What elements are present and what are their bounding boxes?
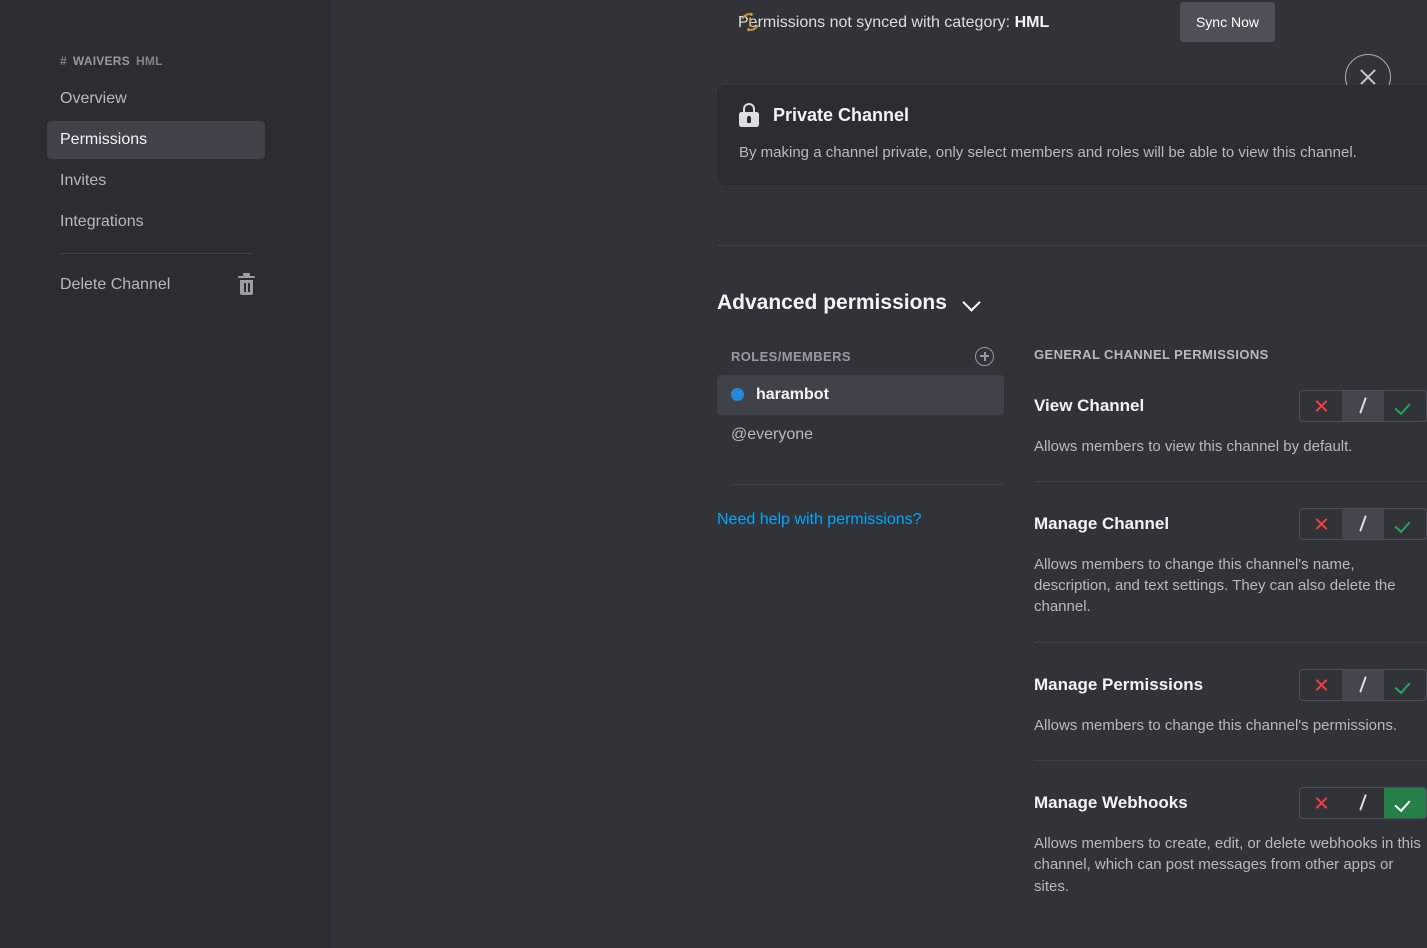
roles-members-pane: ROLES/MEMBERS harambot @everyone Need he… bbox=[717, 346, 1004, 921]
allow-button[interactable] bbox=[1384, 787, 1426, 818]
permission-description: Allows members to view this channel by d… bbox=[1034, 437, 1353, 455]
advanced-permissions-header[interactable]: Advanced permissions bbox=[717, 291, 1427, 315]
sync-banner-category: HML bbox=[1014, 14, 1050, 31]
private-channel-header: Private Channel bbox=[739, 103, 1427, 127]
neutral-icon bbox=[1356, 397, 1370, 414]
permission-name: Manage Channel bbox=[1034, 513, 1170, 533]
sidebar-item-label: Invites bbox=[60, 172, 107, 189]
role-item-harambot[interactable]: harambot bbox=[717, 374, 1004, 415]
sidebar-channel-name: WAIVERS bbox=[72, 54, 130, 68]
role-color-dot bbox=[731, 388, 744, 401]
channel-settings-modal: # WAIVERS HML Overview Permissions Invit… bbox=[0, 0, 1427, 948]
neutral-button[interactable] bbox=[1342, 788, 1384, 818]
allow-icon bbox=[1397, 399, 1414, 412]
permission-row-view-channel: View Channel Allows members to view this… bbox=[1034, 389, 1427, 481]
allow-icon bbox=[1397, 796, 1414, 809]
roles-members-header: ROLES/MEMBERS bbox=[717, 346, 1004, 366]
sidebar-channel-header: # WAIVERS HML bbox=[47, 54, 265, 80]
sync-banner-prefix: Permissions not synced with category: bbox=[738, 14, 1011, 31]
permissions-help-link[interactable]: Need help with permissions? bbox=[717, 511, 1004, 529]
permissions-section-title: GENERAL CHANNEL PERMISSIONS bbox=[1034, 346, 1269, 362]
add-circle-icon[interactable] bbox=[975, 346, 994, 366]
chevron-down-icon[interactable] bbox=[963, 294, 980, 311]
role-label: harambot bbox=[756, 385, 829, 403]
permission-state-group bbox=[1299, 389, 1427, 422]
deny-button[interactable] bbox=[1300, 670, 1342, 700]
permission-description: Allows members to create, edit, or delet… bbox=[1034, 834, 1421, 895]
permission-description: Allows members to change this channel's … bbox=[1034, 716, 1398, 734]
role-label: @everyone bbox=[731, 425, 814, 443]
section-divider bbox=[717, 244, 1427, 246]
deny-icon bbox=[1314, 398, 1329, 413]
sidebar-item-permissions[interactable]: Permissions bbox=[47, 121, 265, 159]
permission-row-manage-webhooks: Manage Webhooks Allows members to create… bbox=[1034, 759, 1427, 921]
neutral-button[interactable] bbox=[1342, 390, 1384, 421]
sidebar-channel-category: HML bbox=[135, 54, 163, 68]
neutral-icon bbox=[1356, 515, 1370, 532]
general-channel-permissions-pane: GENERAL CHANNEL PERMISSIONS View Channel… bbox=[1034, 347, 1427, 921]
sync-banner-text: Permissions not synced with category: HM… bbox=[738, 14, 1049, 32]
sidebar-item-label: Overview bbox=[60, 90, 127, 107]
deny-icon bbox=[1314, 795, 1329, 810]
neutral-icon bbox=[1356, 676, 1370, 693]
sync-warning-icon bbox=[739, 11, 761, 33]
private-channel-description: By making a channel private, only select… bbox=[739, 144, 1357, 161]
trash-icon bbox=[238, 273, 255, 295]
private-channel-card: Private Channel By making a channel priv… bbox=[717, 85, 1427, 185]
permission-state-group bbox=[1299, 786, 1427, 819]
permission-name: View Channel bbox=[1034, 395, 1145, 415]
sidebar-item-label: Delete Channel bbox=[60, 276, 171, 293]
neutral-icon bbox=[1356, 794, 1370, 811]
deny-button[interactable] bbox=[1300, 788, 1342, 818]
deny-icon bbox=[1314, 677, 1329, 692]
allow-button[interactable] bbox=[1384, 391, 1426, 421]
permission-description: Allows members to change this channel's … bbox=[1034, 555, 1396, 616]
neutral-button[interactable] bbox=[1342, 508, 1384, 539]
roles-members-label: ROLES/MEMBERS bbox=[731, 348, 851, 364]
deny-button[interactable] bbox=[1300, 509, 1342, 539]
lock-icon bbox=[739, 103, 759, 127]
settings-main: Permissions not synced with category: HM… bbox=[331, 0, 1427, 948]
allow-button[interactable] bbox=[1384, 509, 1426, 539]
role-item-everyone[interactable]: @everyone bbox=[717, 415, 1004, 455]
allow-icon bbox=[1397, 678, 1414, 691]
private-channel-title: Private Channel bbox=[773, 104, 910, 125]
roles-divider bbox=[731, 483, 1003, 485]
allow-button[interactable] bbox=[1384, 670, 1426, 700]
hash-icon: # bbox=[60, 54, 67, 68]
sync-banner: Permissions not synced with category: HM… bbox=[331, 0, 1427, 46]
sidebar-item-label: Permissions bbox=[60, 131, 148, 148]
allow-icon bbox=[1397, 517, 1414, 530]
advanced-permissions-title: Advanced permissions bbox=[717, 290, 947, 314]
sidebar-item-overview[interactable]: Overview bbox=[47, 80, 265, 118]
sidebar-item-delete-channel[interactable]: Delete Channel bbox=[47, 266, 265, 304]
permissions-panes: ROLES/MEMBERS harambot @everyone Need he… bbox=[717, 346, 1427, 921]
permission-row-manage-permissions: Manage Permissions Allows members to cha… bbox=[1034, 641, 1427, 760]
permission-row-manage-channel: Manage Channel Allows members to change … bbox=[1034, 480, 1427, 642]
permission-name: Manage Webhooks bbox=[1034, 792, 1188, 812]
settings-sidebar: # WAIVERS HML Overview Permissions Invit… bbox=[0, 0, 331, 948]
permission-state-group bbox=[1299, 668, 1427, 701]
sidebar-divider bbox=[60, 253, 253, 254]
sidebar-item-invites[interactable]: Invites bbox=[47, 162, 265, 200]
deny-button[interactable] bbox=[1300, 391, 1342, 421]
permission-state-group bbox=[1299, 507, 1427, 540]
permission-name: Manage Permissions bbox=[1034, 674, 1204, 694]
sync-now-button[interactable]: Sync Now bbox=[1179, 2, 1275, 42]
neutral-button[interactable] bbox=[1342, 669, 1384, 700]
deny-icon bbox=[1314, 516, 1329, 531]
sidebar-item-label: Integrations bbox=[60, 213, 144, 230]
sidebar-item-integrations[interactable]: Integrations bbox=[47, 203, 265, 241]
